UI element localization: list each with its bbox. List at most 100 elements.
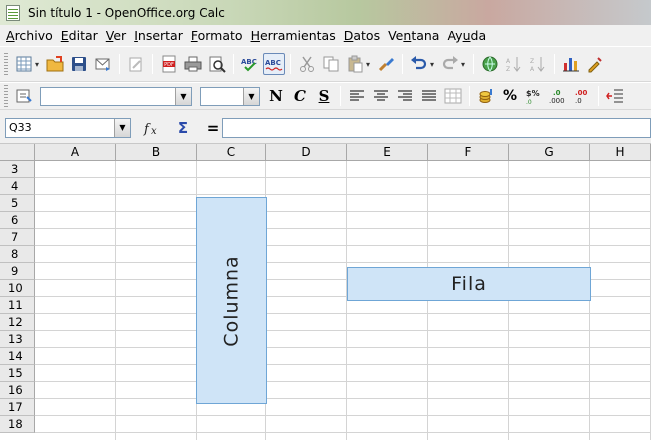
row-header-6[interactable]: 6 (0, 212, 35, 229)
row-header-17[interactable]: 17 (0, 399, 35, 416)
column-shape[interactable]: Columna (196, 197, 267, 404)
cut-icon[interactable] (296, 53, 318, 75)
row-header-10[interactable]: 10 (0, 280, 35, 297)
grid-line (35, 364, 651, 365)
row-header-15[interactable]: 15 (0, 365, 35, 382)
decrease-indent-icon[interactable] (604, 85, 626, 107)
print-icon[interactable] (182, 53, 204, 75)
redo-dropdown-icon[interactable]: ▾ (461, 60, 469, 69)
row-header-4[interactable]: 4 (0, 178, 35, 195)
chart-icon[interactable] (560, 53, 582, 75)
new-document-icon[interactable] (13, 53, 35, 75)
grid-line (35, 194, 651, 195)
align-right-icon[interactable] (394, 85, 416, 107)
row-header-7[interactable]: 7 (0, 229, 35, 246)
edit-file-icon[interactable] (125, 53, 147, 75)
function-wizard-icon[interactable]: fx (141, 117, 165, 139)
calc-app-icon (6, 4, 20, 21)
row-header-12[interactable]: 12 (0, 314, 35, 331)
column-header-b[interactable]: B (116, 144, 197, 161)
chevron-down-icon[interactable]: ▼ (175, 87, 191, 105)
column-header-g[interactable]: G (509, 144, 590, 161)
paste-dropdown-icon[interactable]: ▾ (366, 60, 374, 69)
sort-ascending-icon[interactable]: AZ (503, 53, 525, 75)
bold-button[interactable]: N (265, 85, 287, 107)
toolbar-grip[interactable] (4, 85, 8, 107)
toolbar-grip[interactable] (4, 53, 8, 75)
row-header-14[interactable]: 14 (0, 348, 35, 365)
add-decimal-icon[interactable]: .0.000 (547, 85, 569, 107)
justify-icon[interactable] (418, 85, 440, 107)
spellcheck-icon[interactable]: ABC (239, 53, 261, 75)
percent-format-button[interactable]: % (499, 85, 521, 107)
menu-datos[interactable]: Datos (340, 28, 384, 43)
undo-dropdown-icon[interactable]: ▾ (430, 60, 438, 69)
email-icon[interactable] (92, 53, 114, 75)
select-all-corner[interactable] (0, 144, 35, 161)
menu-ver[interactable]: Ver (102, 28, 130, 43)
row-header-11[interactable]: 11 (0, 297, 35, 314)
row-header-3[interactable]: 3 (0, 161, 35, 178)
row-shape-label: Fila (451, 273, 487, 295)
clone-formatting-icon[interactable] (375, 53, 397, 75)
row-header-16[interactable]: 16 (0, 382, 35, 399)
hyperlink-icon[interactable] (479, 53, 501, 75)
open-folder-icon[interactable] (44, 53, 66, 75)
new-dropdown-icon[interactable]: ▾ (35, 60, 43, 69)
row-header-8[interactable]: 8 (0, 246, 35, 263)
standard-number-format-icon[interactable]: $% .0 (523, 85, 545, 107)
spreadsheet-grid[interactable]: A B C D E F G H 3 4 5 6 7 8 9 10 11 12 13 14 15 16 17 18 Column… (0, 144, 651, 440)
formula-bar: Q33 ▼ fx Σ = (0, 112, 651, 144)
menu-formato[interactable]: Formato (187, 28, 247, 43)
align-center-icon[interactable] (370, 85, 392, 107)
align-left-icon[interactable] (346, 85, 368, 107)
autospellcheck-icon[interactable]: ABC (263, 53, 285, 75)
delete-decimal-icon[interactable]: .00.0 (571, 85, 593, 107)
svg-text:Z: Z (530, 58, 534, 65)
formula-input[interactable] (222, 118, 651, 138)
menu-herramientas[interactable]: Herramientas (247, 28, 340, 43)
chevron-down-icon[interactable]: ▼ (243, 87, 259, 105)
redo-icon[interactable] (439, 53, 461, 75)
underline-button[interactable]: S (313, 85, 335, 107)
column-header-a[interactable]: A (35, 144, 116, 161)
print-preview-icon[interactable] (206, 53, 228, 75)
export-pdf-icon[interactable]: PDF (158, 53, 180, 75)
menu-insertar[interactable]: Insertar (130, 28, 187, 43)
column-header-e[interactable]: E (347, 144, 428, 161)
column-header-f[interactable]: F (428, 144, 509, 161)
column-header-d[interactable]: D (266, 144, 347, 161)
sum-button[interactable]: Σ (171, 117, 195, 139)
row-header-5[interactable]: 5 (0, 195, 35, 212)
toolbar-separator (119, 54, 120, 74)
draw-functions-icon[interactable] (584, 53, 606, 75)
name-box[interactable]: Q33 ▼ (5, 117, 131, 138)
column-header-h[interactable]: H (590, 144, 651, 161)
italic-button[interactable]: C (289, 85, 311, 107)
menu-editar[interactable]: Editar (57, 28, 102, 43)
chevron-down-icon[interactable]: ▼ (114, 118, 130, 137)
row-header-13[interactable]: 13 (0, 331, 35, 348)
save-icon[interactable] (68, 53, 90, 75)
row-header-9[interactable]: 9 (0, 263, 35, 280)
menu-ventana[interactable]: Ventana (384, 28, 443, 43)
font-name-combo[interactable]: ▼ (40, 86, 192, 106)
styles-formatting-icon[interactable] (13, 85, 35, 107)
grid-line (35, 381, 651, 382)
paste-icon[interactable] (344, 53, 366, 75)
menu-archivo[interactable]: Archivo (2, 28, 57, 43)
copy-icon[interactable] (320, 53, 342, 75)
row-shape[interactable]: Fila (347, 267, 591, 301)
sort-descending-icon[interactable]: ZA (527, 53, 549, 75)
title-bar[interactable]: Sin título 1 - OpenOffice.org Calc (0, 0, 651, 25)
undo-icon[interactable] (408, 53, 430, 75)
font-size-combo[interactable]: ▼ (200, 86, 260, 106)
row-header-18[interactable]: 18 (0, 416, 35, 433)
column-header-c[interactable]: C (197, 144, 266, 161)
merge-cells-icon[interactable] (442, 85, 464, 107)
window-title: Sin título 1 - OpenOffice.org Calc (28, 5, 225, 20)
menu-ayuda[interactable]: Ayuda (443, 28, 490, 43)
svg-text:.0: .0 (553, 89, 561, 97)
grid-line (35, 177, 651, 178)
currency-format-icon[interactable] (475, 85, 497, 107)
